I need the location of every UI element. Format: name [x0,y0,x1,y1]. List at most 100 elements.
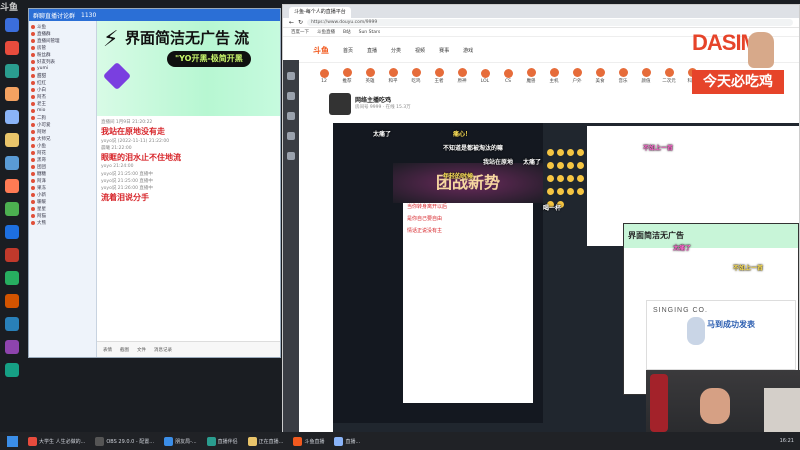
contact-row[interactable]: 糖糖 [31,170,94,177]
desktop-app-icon[interactable] [5,87,19,101]
bookmark-item[interactable]: 百度一下 [291,29,309,35]
contact-row[interactable]: 直播间管理 [31,37,94,44]
douyu-logo[interactable]: 斗鱼 [313,45,329,56]
category-item[interactable]: LOL [478,68,492,84]
contact-row[interactable]: 团团 [31,163,94,170]
category-label: 户外 [572,79,582,84]
contact-row[interactable]: 红红 [31,79,94,86]
category-item[interactable]: 颜值 [639,68,653,84]
category-item[interactable]: 主机 [547,68,561,84]
chat-toolbar-item[interactable]: 表情 [103,347,112,353]
desktop-app-icon[interactable] [5,225,19,239]
contact-row[interactable]: 阿泽 [31,177,94,184]
chat-toolbar-item[interactable]: 截图 [120,347,129,353]
taskbar-app[interactable]: 直播... [331,434,363,448]
follow-icon[interactable] [287,92,295,100]
desktop-app-icon[interactable] [5,179,19,193]
contact-row[interactable]: 二狗 [31,114,94,121]
category-item[interactable]: 户外 [570,68,584,84]
desktop-app-icon[interactable] [5,133,19,147]
chat-toolbar-item[interactable]: 消息记录 [154,347,172,353]
category-item[interactable]: 12 [317,68,331,84]
contact-row[interactable]: 小白 [31,86,94,93]
category-item[interactable]: 吃鸡 [409,68,423,84]
desktop-app-icon[interactable] [5,317,19,331]
contact-name: 阿花 [37,150,46,156]
contact-row[interactable]: 房管 [31,44,94,51]
ad-banner[interactable]: ⚡ 界面简洁无广告 流 "YO开黑-极简开黑 [97,21,280,116]
home-icon[interactable] [287,72,295,80]
contact-row[interactable]: 大师兄 [31,135,94,142]
site-nav-item[interactable]: 赛事 [439,47,449,54]
desktop-app-icon[interactable] [5,271,19,285]
bookmark-item[interactable]: B站 [343,29,351,35]
category-item[interactable]: 魔兽 [524,68,538,84]
contact-row[interactable]: 小鱼 [31,142,94,149]
game-icon[interactable] [287,132,295,140]
desktop-app-icon[interactable] [5,156,19,170]
bookmark-item[interactable]: 斗鱼直播 [317,29,335,35]
desktop-app-icon[interactable] [5,340,19,354]
contact-row[interactable]: 斗鱼 [31,23,94,30]
contact-row[interactable]: mio [31,107,94,114]
category-item[interactable]: 王者 [432,68,446,84]
refresh-icon[interactable]: ↻ [298,19,303,26]
category-item[interactable]: 美食 [593,68,607,84]
contact-row[interactable]: 大熊 [31,219,94,226]
desktop-app-icon[interactable] [5,41,19,55]
contact-row[interactable]: 果冻 [31,184,94,191]
contact-row[interactable]: 老王 [31,100,94,107]
taskbar-app[interactable]: 朋友局-... [161,434,200,448]
contact-row[interactable]: yumi [31,65,94,72]
start-button[interactable] [4,434,21,448]
category-item[interactable]: 音乐 [616,68,630,84]
category-item[interactable]: 英雄 [363,68,377,84]
url-bar[interactable]: https://www.douyu.com/9999 [307,19,793,26]
chat-toolbar-item[interactable]: 文件 [137,347,146,353]
contact-row[interactable]: 阿猫 [31,212,94,219]
desktop-app-icon[interactable] [5,248,19,262]
taskbar-app[interactable]: 斗鱼直播 [290,434,327,448]
contact-row[interactable]: 暖暖 [31,198,94,205]
taskbar-app[interactable]: OBS 29.0.0 - 配置... [92,434,157,448]
browser-tab[interactable]: 斗鱼-每个人的直播平台 [289,7,351,18]
contact-row[interactable]: 好友列表 [31,58,94,65]
contact-row[interactable]: 阿杰 [31,93,94,100]
site-nav-item[interactable]: 首页 [343,47,353,54]
category-item[interactable]: 原神 [455,68,469,84]
category-icon [457,68,467,77]
back-icon[interactable]: ← [289,19,294,26]
contact-row[interactable]: 粉丝群 [31,51,94,58]
category-item[interactable]: 二次元 [662,68,676,84]
desktop-app-icon[interactable] [5,202,19,216]
contact-row[interactable]: 甜甜 [31,72,94,79]
desktop-app-icon[interactable] [5,64,19,78]
site-nav-item[interactable]: 直播 [367,47,377,54]
contact-row[interactable]: 黑哥 [31,156,94,163]
contact-row[interactable]: 星星 [31,205,94,212]
category-item[interactable]: CS [501,68,515,84]
message-icon[interactable] [287,152,295,160]
video-icon[interactable] [287,112,295,120]
site-nav-item[interactable]: 视频 [415,47,425,54]
desktop-app-icon[interactable] [5,294,19,308]
streamer-avatar[interactable] [329,93,351,115]
site-nav-item[interactable]: 游戏 [463,47,473,54]
contact-row[interactable]: 直播群 [31,30,94,37]
category-item[interactable]: 和平 [386,68,400,84]
site-nav-item[interactable]: 分类 [391,47,401,54]
ad-subtitle: "YO开黑-极简开黑 [167,51,251,67]
contact-row[interactable]: 小新 [31,191,94,198]
taskbar-app[interactable]: 大学生 人生必做的... [25,434,88,448]
taskbar-app[interactable]: 正在直播... [245,434,287,448]
chat-titlebar[interactable]: 群聊直播讨论群 1130 [29,9,280,21]
desktop-app-icon[interactable] [5,18,19,32]
contact-row[interactable]: 阿花 [31,149,94,156]
category-item[interactable]: 推荐 [340,68,354,84]
contact-row[interactable]: 小可爱 [31,121,94,128]
bookmark-item[interactable]: Sun Stars [359,30,381,35]
taskbar-app[interactable]: 直播伴侣 [204,434,241,448]
desktop-app-icon[interactable] [5,110,19,124]
desktop-app-icon[interactable] [5,363,19,377]
contact-row[interactable]: 阿财 [31,128,94,135]
